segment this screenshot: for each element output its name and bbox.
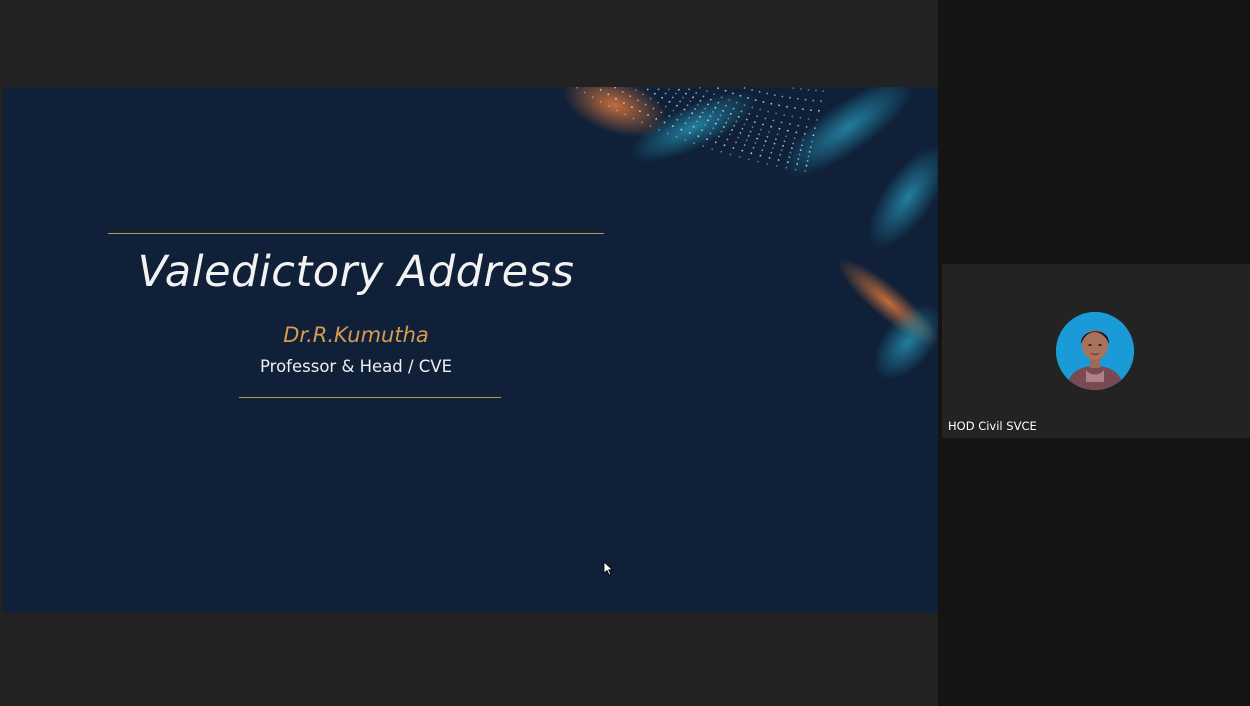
presenter-role: Professor & Head / CVE (260, 357, 452, 376)
presenter-name: Dr.R.Kumutha (283, 323, 429, 347)
mouse-pointer-icon (603, 561, 614, 576)
title-top-rule (108, 233, 604, 234)
presentation-slide: Valedictory Address Dr.R.Kumutha Profess… (3, 87, 938, 613)
title-bottom-rule (239, 397, 501, 398)
participant-avatar (1056, 312, 1134, 390)
shared-screen-area: Valedictory Address Dr.R.Kumutha Profess… (0, 0, 938, 706)
person-avatar-icon (1056, 312, 1134, 390)
participant-video-tile[interactable]: HOD Civil SVCE (942, 264, 1250, 438)
decorative-dot-wave (562, 87, 938, 381)
participant-name-label: HOD Civil SVCE (948, 419, 1037, 433)
slide-title: Valedictory Address (137, 247, 575, 297)
